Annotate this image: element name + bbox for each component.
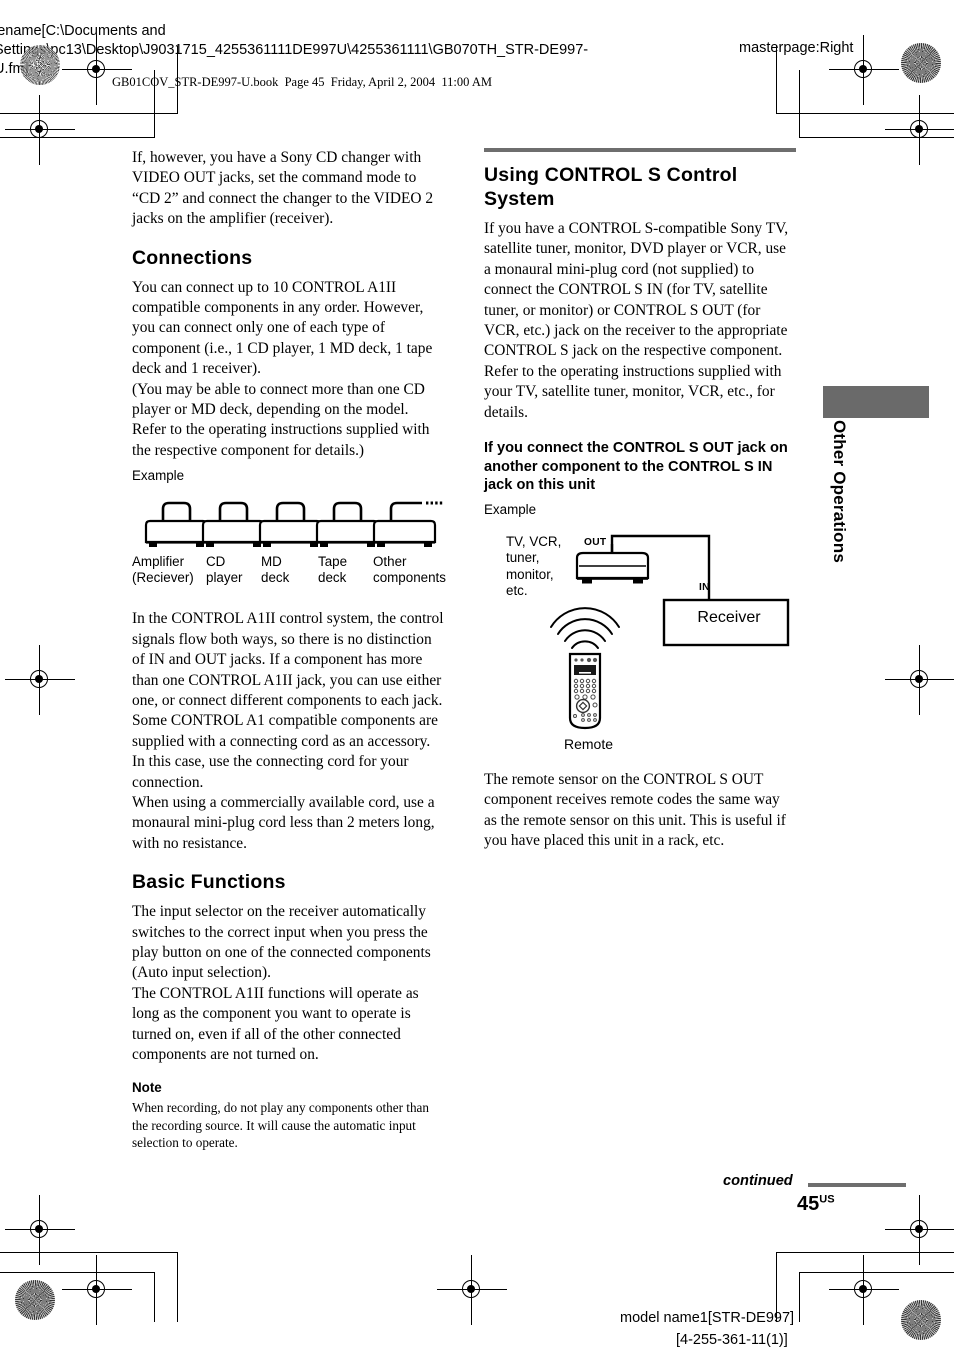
prepress-masterpage-label: masterpage:Right — [739, 40, 854, 56]
subheading-control-s-out-to-in: If you connect the CONTROL S OUT jack on… — [484, 440, 788, 494]
part-number-line: [4-255-361-11(1)] — [676, 1332, 788, 1348]
registration-mark — [5, 1195, 75, 1265]
remote-control-shape — [568, 652, 602, 729]
note-text: When recording, do not play any componen… — [132, 1100, 430, 1151]
crop-mark — [177, 46, 179, 114]
model-name-line: model name1[STR-DE997] — [620, 1310, 795, 1326]
registration-mark — [5, 645, 75, 715]
side-tab-label: Other Operations — [830, 420, 849, 564]
registration-mark — [885, 645, 954, 715]
control-s-connection-diagram: TV, VCR, tuner, monitor, etc. OUT IN Rec… — [484, 522, 796, 762]
heading-basic-functions: Basic Functions — [132, 871, 286, 894]
document-page: lename[C:\Documents and Settings\pc13\De… — [0, 0, 954, 1364]
crop-mark — [799, 70, 801, 138]
crop-mark — [0, 1252, 178, 1254]
crop-mark — [0, 1272, 155, 1274]
basic-functions-paragraph-1: The input selector on the receiver autom… — [132, 903, 431, 982]
registration-mark — [62, 1255, 132, 1325]
chain-label-tape-deck: Tape deck — [318, 554, 348, 585]
chain-label-cd-player: CD player — [206, 554, 243, 585]
chain-label-md-deck: MD deck — [261, 554, 290, 585]
source-component-shape — [575, 551, 650, 584]
side-tab-bar — [823, 386, 929, 418]
connections-paragraph-4: Some CONTROL A1 compatible components ar… — [132, 712, 438, 791]
registration-mark — [829, 35, 899, 105]
diagram-source-label: TV, VCR, tuner, monitor, etc. — [506, 533, 562, 599]
crop-mark — [799, 1272, 801, 1322]
example-label-left: Example — [132, 468, 185, 484]
registration-mark — [62, 35, 132, 105]
continued-label: continued — [723, 1173, 793, 1189]
heading-using-control-s: Using CONTROL S Control System — [484, 148, 796, 211]
continued-rule — [808, 1183, 906, 1187]
heading-connections: Connections — [132, 246, 253, 269]
density-target-disc — [901, 43, 941, 83]
left-text-column: If, however, you have a Sony CD changer … — [132, 148, 446, 1152]
crop-mark — [177, 1252, 179, 1322]
ir-signal-waves — [550, 606, 620, 649]
chain-label-other-components: Other components — [373, 554, 446, 585]
diagram-remote-label: Remote — [564, 735, 614, 752]
crop-mark — [154, 70, 156, 138]
registration-mark — [885, 1195, 954, 1265]
registration-mark — [885, 95, 954, 165]
chain-diagram-svg — [144, 501, 443, 548]
connections-paragraph-2: (You may be able to connect more than on… — [132, 380, 430, 459]
diagram-in-jack-label: IN — [699, 581, 710, 593]
basic-functions-paragraph-2: The CONTROL A1II functions will operate … — [132, 984, 419, 1063]
connections-paragraph-1: You can connect up to 10 CONTROL A1II co… — [132, 278, 433, 378]
prepress-filename-line1: lename[C:\Documents and — [0, 23, 166, 39]
page-number-value: 45 — [797, 1193, 820, 1215]
control-s-paragraph-2: The remote sensor on the CONTROL S OUT c… — [484, 770, 786, 850]
control-s-paragraph-1: If you have a CONTROL S-compatible Sony … — [484, 220, 789, 421]
example-label-right: Example — [484, 501, 537, 517]
density-target-disc — [20, 45, 60, 85]
registration-mark — [437, 1255, 507, 1325]
page-number-suffix: US — [819, 1193, 835, 1206]
heading-note: Note — [132, 1080, 162, 1096]
intro-paragraph: If, however, you have a Sony CD changer … — [132, 149, 434, 228]
chain-ellipsis-dots — [426, 501, 443, 505]
density-target-disc — [15, 1280, 55, 1320]
page-number: 45US — [797, 1193, 835, 1216]
prepress-book-line: GB01COV_STR-DE997-U.book Page 45 Friday,… — [112, 75, 492, 89]
registration-mark — [5, 95, 75, 165]
diagram-receiver-label: Receiver — [697, 608, 761, 626]
crop-mark — [776, 1252, 954, 1254]
connections-paragraph-5: When using a commercially available cord… — [132, 793, 435, 852]
density-target-disc — [901, 1300, 941, 1340]
crop-mark — [776, 46, 778, 114]
control-a1ii-chain-diagram: Amplifier (Reciever) CD player MD deck T… — [132, 492, 446, 597]
diagram-out-jack-label: OUT — [584, 536, 607, 548]
crop-mark — [154, 1272, 156, 1322]
connections-paragraph-3: In the CONTROL A1II control system, the … — [132, 610, 444, 709]
chain-label-amplifier: Amplifier (Reciever) — [132, 554, 194, 585]
registration-mark — [829, 1255, 899, 1325]
right-text-column: Using CONTROL S Control System If you ha… — [484, 148, 796, 851]
